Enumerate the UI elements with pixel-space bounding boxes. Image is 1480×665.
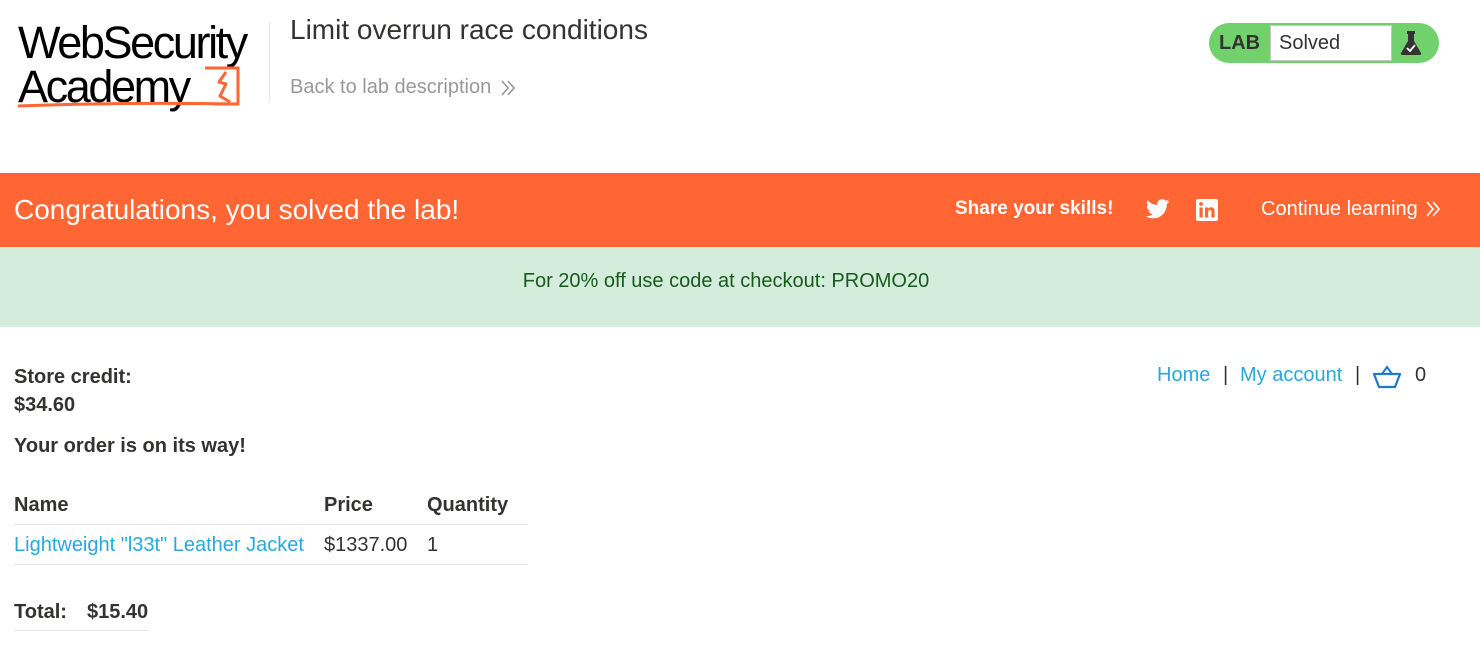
- home-link[interactable]: Home: [1157, 364, 1210, 387]
- lab-status-box: Solved: [1270, 25, 1392, 61]
- back-link-label: Back to lab description: [290, 76, 492, 98]
- total-value: $15.40: [87, 601, 149, 623]
- product-quantity: 1: [427, 534, 439, 556]
- promo-code-text: For 20% off use code at checkout: PROMO2…: [522, 270, 930, 292]
- back-to-lab-description-link[interactable]: Back to lab description: [290, 76, 516, 99]
- lab-badge: LAB: [1219, 32, 1261, 54]
- twitter-icon[interactable]: [1146, 199, 1170, 219]
- order-total: Total: $15.40: [14, 594, 148, 631]
- lab-status-text: Solved: [1279, 32, 1341, 54]
- cart-count: 0: [1415, 364, 1427, 386]
- linkedin-icon[interactable]: [1196, 199, 1218, 221]
- flask-icon: [1400, 31, 1422, 55]
- lab-status-widget: LAB Solved: [1209, 23, 1439, 63]
- lab-header: WebSecurity Academy Limit overrun race c…: [0, 0, 1480, 173]
- nav-separator: |: [1223, 364, 1229, 386]
- double-chevron-right-icon: [1426, 201, 1440, 217]
- share-skills-label: Share your skills!: [955, 198, 1114, 219]
- header-divider: [269, 22, 270, 102]
- lab-solved-banner: Congratulations, you solved the lab! Sha…: [0, 173, 1480, 247]
- column-header-name: Name: [14, 494, 69, 516]
- product-name-link[interactable]: Lightweight "l33t" Leather Jacket: [14, 534, 304, 557]
- table-row: Lightweight "l33t" Leather Jacket $1337.…: [14, 525, 528, 565]
- web-security-academy-logo[interactable]: WebSecurity Academy: [16, 18, 268, 114]
- column-header-quantity: Quantity: [427, 494, 509, 516]
- store-credit-label: Store credit:: [14, 366, 132, 388]
- order-table-header: Name Price Quantity: [14, 484, 528, 525]
- academy-logo-mark: [17, 66, 240, 108]
- lab-title: Limit overrun race conditions: [290, 14, 648, 45]
- basket-icon[interactable]: [1373, 365, 1401, 389]
- congratulations-message: Congratulations, you solved the lab!: [14, 194, 460, 225]
- order-confirmation-message: Your order is on its way!: [14, 435, 246, 457]
- promo-notification: For 20% off use code at checkout: PROMO2…: [0, 247, 1480, 327]
- nav-separator: |: [1355, 364, 1361, 386]
- continue-learning-link[interactable]: Continue learning: [1261, 173, 1440, 245]
- column-header-price: Price: [324, 494, 373, 516]
- continue-learning-label: Continue learning: [1261, 198, 1418, 220]
- my-account-link[interactable]: My account: [1240, 364, 1342, 387]
- store-credit-value: $34.60: [14, 394, 76, 416]
- product-price: $1337.00: [324, 534, 408, 556]
- total-label: Total:: [14, 601, 67, 623]
- double-chevron-right-icon: [501, 79, 516, 96]
